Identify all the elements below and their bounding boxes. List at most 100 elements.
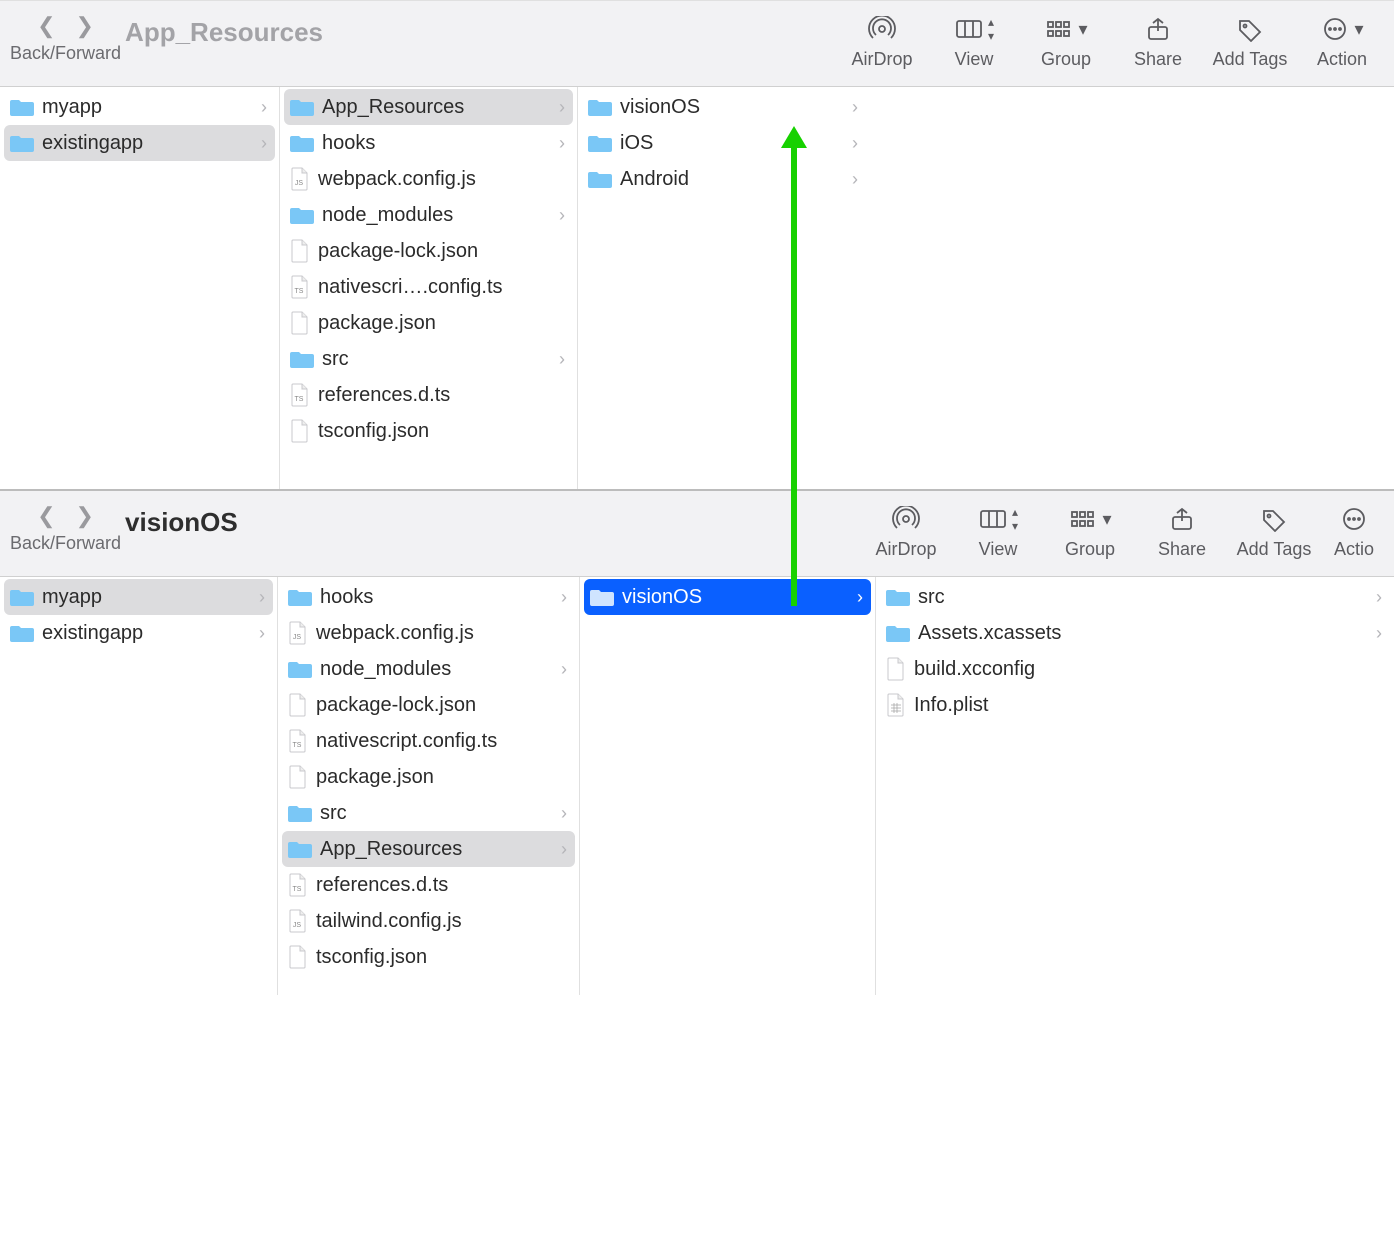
- item-assets-xcassets[interactable]: Assets.xcassets ›: [880, 615, 1390, 651]
- chevron-right-icon: ›: [1376, 623, 1382, 644]
- forward-button[interactable]: ❯: [76, 13, 94, 39]
- item-existingapp[interactable]: existingapp›: [4, 615, 273, 651]
- item-label: nativescri….config.ts: [318, 276, 565, 299]
- item-webpack-config-js[interactable]: JSwebpack.config.js: [284, 161, 573, 197]
- item-visionos[interactable]: visionOS›: [582, 89, 866, 125]
- item-visionos[interactable]: visionOS ›: [584, 579, 871, 615]
- svg-text:TS: TS: [293, 742, 302, 749]
- finder-window-bottom: ❮ ❯ Back/Forward visionOS AirDrop ▴▾ Vie…: [0, 489, 1394, 995]
- column-2: visionOS›iOS›Android›: [578, 87, 870, 489]
- grid-icon: [1044, 16, 1074, 42]
- action-icon: [1320, 16, 1350, 42]
- view-button[interactable]: ▴▾ View: [956, 497, 1040, 560]
- window-title: visionOS: [125, 507, 238, 538]
- item-package-json[interactable]: package.json: [284, 305, 573, 341]
- item-tsconfig-json[interactable]: tsconfig.json: [282, 939, 575, 975]
- chevron-right-icon: ›: [1376, 587, 1382, 608]
- item-label: package.json: [318, 312, 565, 335]
- item-label: existingapp: [42, 622, 253, 645]
- item-label: App_Resources: [322, 96, 553, 119]
- svg-text:JS: JS: [293, 922, 302, 929]
- item-label: App_Resources: [320, 838, 555, 861]
- column-1: App_Resources›hooks›JSwebpack.config.jsn…: [280, 87, 578, 489]
- item-webpack-config-js[interactable]: JSwebpack.config.js: [282, 615, 575, 651]
- item-label: Assets.xcassets: [918, 622, 1370, 645]
- column-0: myapp › existingapp›: [0, 577, 278, 995]
- item-myapp[interactable]: myapp›: [4, 89, 275, 125]
- item-label: package.json: [316, 766, 567, 789]
- item-build-xcconfig[interactable]: build.xcconfig: [880, 651, 1390, 687]
- forward-button[interactable]: ❯: [76, 503, 94, 529]
- window-title: App_Resources: [125, 17, 323, 48]
- column-0: myapp›existingapp›: [0, 87, 280, 489]
- column-1: hooks›JSwebpack.config.jsnode_modules›pa…: [278, 577, 580, 995]
- item-tsconfig-json[interactable]: tsconfig.json: [284, 413, 573, 449]
- chevron-right-icon: ›: [852, 169, 858, 190]
- item-info-plist[interactable]: Info.plist: [880, 687, 1390, 723]
- item-references-d-ts[interactable]: TSreferences.d.ts: [282, 867, 575, 903]
- item-label: src: [322, 348, 553, 371]
- grid-icon: [1068, 506, 1098, 532]
- item-label: nativescript.config.ts: [316, 730, 567, 753]
- item-label: package-lock.json: [316, 694, 567, 717]
- columns-icon: [954, 16, 984, 42]
- action-button[interactable]: ▾ Action: [1300, 7, 1384, 70]
- chevron-right-icon: ›: [561, 587, 567, 608]
- item-label: existingapp: [42, 132, 255, 155]
- column-2: visionOS ›: [580, 577, 876, 995]
- group-button[interactable]: ▾ Group: [1024, 7, 1108, 70]
- action-button[interactable]: Actio: [1324, 497, 1384, 560]
- chevron-right-icon: ›: [857, 587, 863, 608]
- chevron-right-icon: ›: [561, 839, 567, 860]
- item-app-resources[interactable]: App_Resources›: [284, 89, 573, 125]
- item-label: tsconfig.json: [316, 946, 567, 969]
- item-label: node_modules: [322, 204, 553, 227]
- item-label: node_modules: [320, 658, 555, 681]
- item-node-modules[interactable]: node_modules›: [282, 651, 575, 687]
- group-button[interactable]: ▾ Group: [1048, 497, 1132, 560]
- chevron-right-icon: ›: [259, 587, 265, 608]
- item-package-json[interactable]: package.json: [282, 759, 575, 795]
- item-label: build.xcconfig: [914, 658, 1382, 681]
- item-android[interactable]: Android›: [582, 161, 866, 197]
- item-label: visionOS: [622, 586, 851, 609]
- item-nativescript-config-ts[interactable]: TS nativescript.config.ts: [282, 723, 575, 759]
- svg-text:TS: TS: [295, 288, 304, 295]
- item-myapp[interactable]: myapp ›: [4, 579, 273, 615]
- view-button[interactable]: ▴▾ View: [932, 7, 1016, 70]
- item-src[interactable]: src›: [284, 341, 573, 377]
- back-button[interactable]: ❮: [37, 503, 55, 529]
- back-button[interactable]: ❮: [37, 13, 55, 39]
- item-existingapp[interactable]: existingapp›: [4, 125, 275, 161]
- item-hooks[interactable]: hooks ›: [284, 125, 573, 161]
- chevron-right-icon: ›: [261, 97, 267, 118]
- item-label: package-lock.json: [318, 240, 565, 263]
- svg-text:TS: TS: [295, 396, 304, 403]
- item-hooks[interactable]: hooks›: [282, 579, 575, 615]
- item-ios[interactable]: iOS›: [582, 125, 866, 161]
- item-label: hooks: [322, 132, 553, 155]
- addtags-button[interactable]: Add Tags: [1232, 497, 1316, 560]
- item-src[interactable]: src›: [282, 795, 575, 831]
- item-package-lock-json[interactable]: package-lock.json: [284, 233, 573, 269]
- item-package-lock-json[interactable]: package-lock.json: [282, 687, 575, 723]
- item-label: tailwind.config.js: [316, 910, 567, 933]
- item-src[interactable]: src ›: [880, 579, 1390, 615]
- chevron-right-icon: ›: [852, 97, 858, 118]
- chevron-right-icon: ›: [559, 133, 565, 154]
- chevron-right-icon: ›: [559, 205, 565, 226]
- item-label: myapp: [42, 586, 253, 609]
- addtags-button[interactable]: Add Tags: [1208, 7, 1292, 70]
- item-tailwind-config-js[interactable]: JS tailwind.config.js: [282, 903, 575, 939]
- item-node-modules[interactable]: node_modules ›: [284, 197, 573, 233]
- airdrop-button[interactable]: AirDrop: [840, 7, 924, 70]
- item-nativescri-config-ts[interactable]: TS nativescri….config.ts: [284, 269, 573, 305]
- airdrop-button[interactable]: AirDrop: [864, 497, 948, 560]
- item-references-d-ts[interactable]: TSreferences.d.ts: [284, 377, 573, 413]
- item-app-resources[interactable]: App_Resources ›: [282, 831, 575, 867]
- item-label: src: [918, 586, 1370, 609]
- updown-icon: ▴▾: [988, 15, 994, 43]
- toolbar: ❮ ❯ Back/Forward visionOS AirDrop ▴▾ Vie…: [0, 491, 1394, 577]
- share-button[interactable]: Share: [1116, 7, 1200, 70]
- share-button[interactable]: Share: [1140, 497, 1224, 560]
